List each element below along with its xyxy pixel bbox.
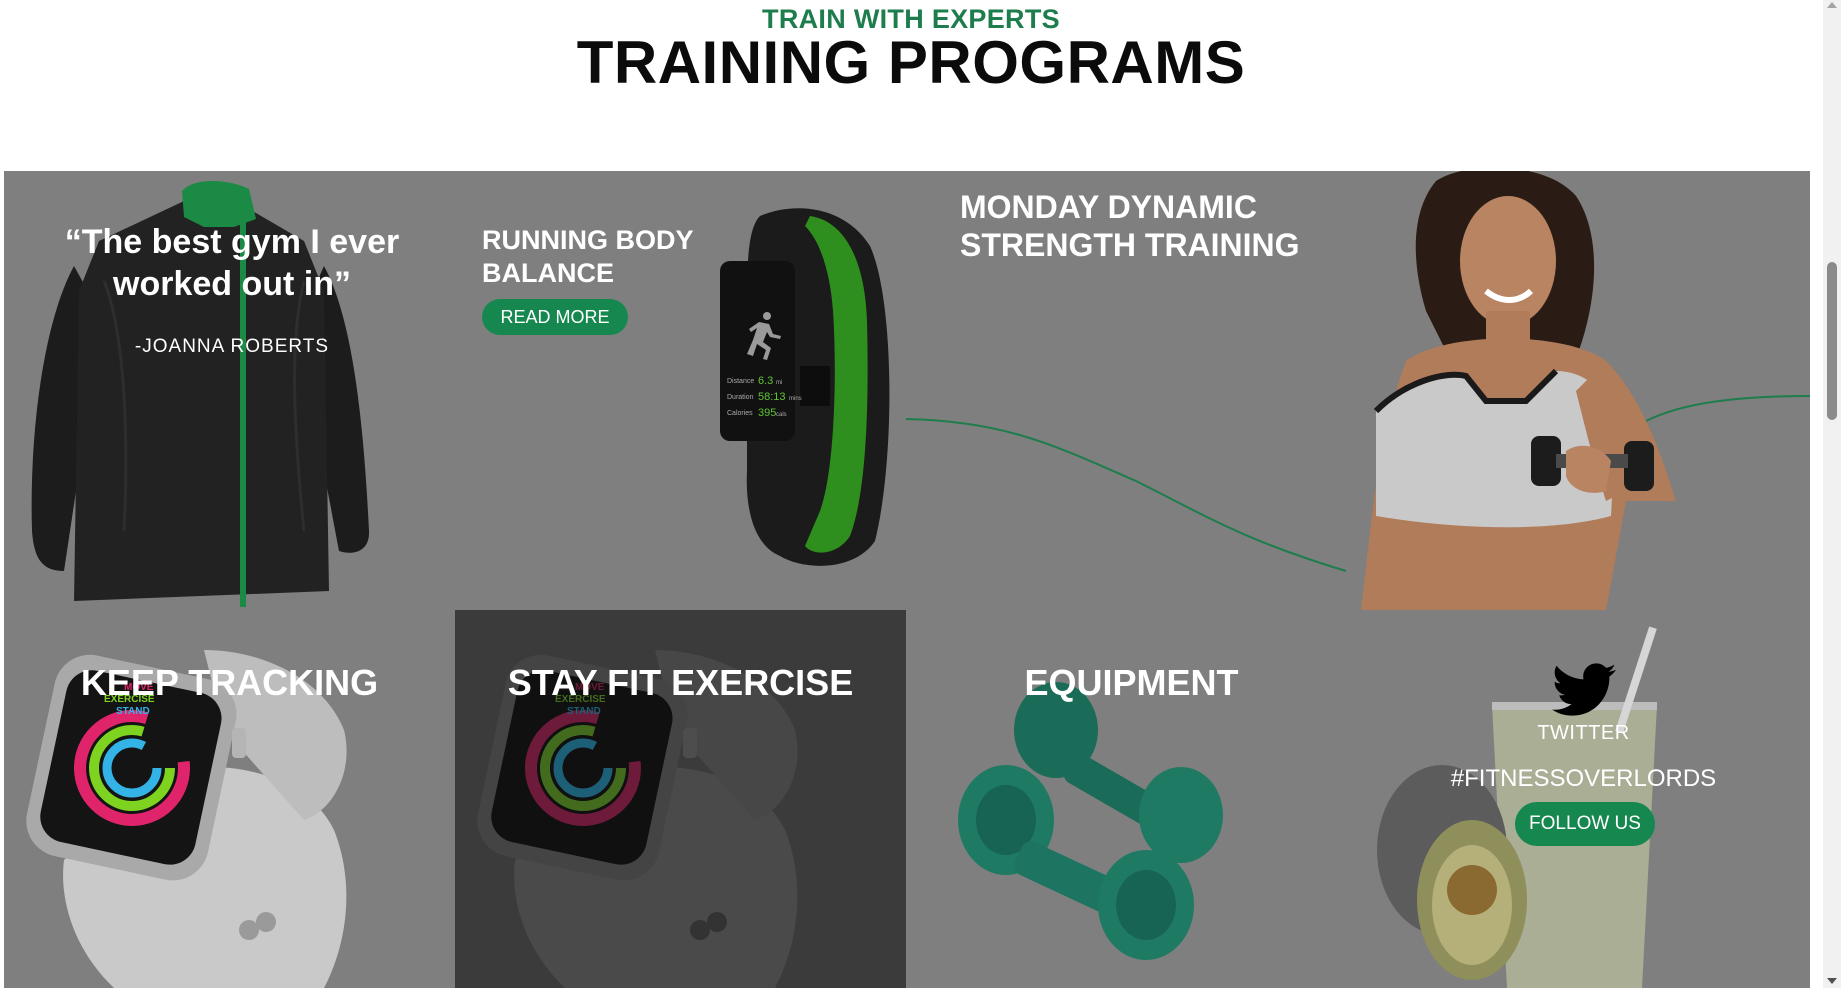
equipment-title: EQUIPMENT [1024,662,1239,703]
running-tile: Distance Duration Calories 6.3 58:13 395… [455,171,906,610]
monday-title: MONDAY DYNAMIC STRENGTH TRAINING [960,189,1300,263]
scrollbar-thumb[interactable] [1827,262,1837,420]
readout-distance-unit: mi [776,380,782,386]
scroll-up-arrow-icon[interactable] [1827,2,1837,8]
testimonial-quote: “The best gym I ever worked out in” [64,223,400,303]
page-scrollbar[interactable] [1823,0,1841,988]
testimonial-tile: “The best gym I ever worked out in” -JOA… [4,171,455,610]
programs-grid: “The best gym I ever worked out in” -JOA… [4,171,1810,988]
readout-calories-unit: cals [776,412,787,418]
readout-duration-label: Duration [727,394,754,401]
follow-us-button[interactable]: FOLLOW US [1515,802,1655,846]
twitter-label: TWITTER [1537,722,1630,744]
monday-tile: MONDAY DYNAMIC STRENGTH TRAINING [906,171,1810,610]
running-title: RUNNING BODY BALANCE [482,225,694,288]
section-header: TRAIN WITH EXPERTS TRAINING PROGRAMS [0,0,1822,170]
equipment-tile: EQUIPMENT [906,610,1357,988]
read-more-button[interactable]: READ MORE [482,299,628,335]
stay-fit-title: STAY FIT EXERCISE [507,662,854,703]
stay-fit-tile: MOVE EXERCISE STAND STAY FIT EXERCISE [455,610,906,988]
twitter-bird-icon[interactable] [1552,663,1616,717]
readout-duration-unit: mins [789,396,802,402]
watch-ring-stand: STAND [116,706,150,717]
readout-calories-value: 395 [758,407,776,419]
twitter-hashtag[interactable]: #FITNESSOVERLORDS [1357,765,1810,793]
watch-ring-stand: STAND [567,706,601,717]
twitter-tile: TWITTER #FITNESSOVERLORDS FOLLOW US [1357,610,1810,988]
scroll-down-arrow-icon[interactable] [1827,978,1837,984]
testimonial-author: -JOANNA ROBERTS [134,336,330,357]
section-title: TRAINING PROGRAMS [576,29,1246,96]
readout-distance-label: Distance [727,378,754,385]
keep-tracking-title: KEEP TRACKING [80,662,379,703]
readout-distance-value: 6.3 [758,375,773,387]
readout-calories-label: Calories [727,410,753,417]
readout-duration-value: 58:13 [758,391,786,403]
keep-tracking-tile: MOVE EXERCISE STAND KEEP TRACKING [4,610,455,988]
